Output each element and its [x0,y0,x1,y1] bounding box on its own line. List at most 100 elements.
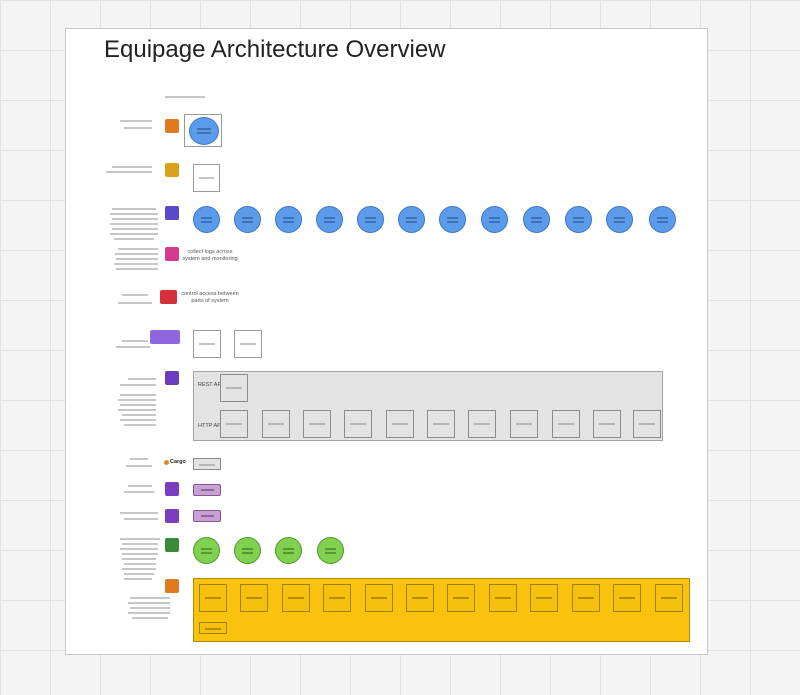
row-label-line [118,302,152,304]
table-node[interactable] [317,537,344,564]
dead-letter-queue-node[interactable] [199,622,227,634]
row-label-line [124,491,154,493]
ecs-cluster-icon [165,206,179,220]
service-node[interactable] [523,206,550,233]
http-endpoint[interactable] [427,410,455,438]
service-node[interactable] [649,206,676,233]
cargo-logo-text: Cargo [170,459,186,465]
access-annotation: control access between parts of system [181,291,239,304]
row-label-line [118,409,156,411]
api-gateway-icon [165,371,179,385]
row-label-line [124,127,152,129]
row-label-line [122,553,158,555]
row-label-line [112,208,156,210]
queue-node[interactable] [323,584,351,612]
http-endpoint[interactable] [386,410,414,438]
http-endpoint[interactable] [303,410,331,438]
queue-node[interactable] [530,584,558,612]
queue-node[interactable] [613,584,641,612]
sqs-icon [165,579,179,593]
cloudwatch-icon [165,247,179,261]
s3-bucket-icon [165,163,179,177]
row-label-line [120,404,156,406]
http-endpoint[interactable] [552,410,580,438]
http-endpoint[interactable] [262,410,290,438]
event-rule-node[interactable] [193,510,221,522]
service-node[interactable] [193,206,220,233]
row-label-line [128,602,170,604]
rest-api-label: REST API [198,382,223,388]
service-node[interactable] [398,206,425,233]
service-node[interactable] [316,206,343,233]
table-node[interactable] [193,537,220,564]
queue-node[interactable] [240,584,268,612]
http-endpoint[interactable] [220,410,248,438]
table-node[interactable] [275,537,302,564]
queue-node[interactable] [489,584,517,612]
table-node[interactable] [234,537,261,564]
row-label-line [120,394,156,396]
service-node[interactable] [357,206,384,233]
row-label-line [120,512,158,514]
row-label-line [120,538,160,540]
row-label-line [124,573,154,575]
row-label-line [122,414,156,416]
row-label-line [112,218,158,220]
row-label-line [122,558,156,560]
service-node[interactable] [565,206,592,233]
http-endpoint[interactable] [593,410,621,438]
s3-bucket-node[interactable] [193,164,220,192]
row-label-line [130,458,148,460]
row-label-line [112,228,158,230]
queue-node[interactable] [572,584,600,612]
row-label-line [106,171,152,173]
http-endpoint[interactable] [344,410,372,438]
row-label-line [114,238,154,240]
service-node[interactable] [275,206,302,233]
dynamodb-icon [165,538,179,552]
http-endpoint[interactable] [510,410,538,438]
row-label-line [122,568,156,570]
iam-icon [160,290,177,304]
row-label-line [116,258,158,260]
service-node[interactable] [234,206,261,233]
row-label-line [124,563,156,565]
http-endpoint[interactable] [468,410,496,438]
row-label-line [118,399,156,401]
http-api-label: HTTP API [198,423,223,429]
cargo-logo-icon [164,460,169,465]
row-label-line [128,612,170,614]
row-label-line [122,340,148,342]
queue-node[interactable] [406,584,434,612]
row-label-line [115,253,158,255]
logs-annotation: collect logs across system and monitorin… [182,249,238,262]
queue-node[interactable] [282,584,310,612]
cargo-node[interactable] [193,458,221,470]
row-label-line [122,543,158,545]
service-node[interactable] [481,206,508,233]
row-label-line [130,607,170,609]
user-pool-node[interactable] [234,330,262,358]
queue-node[interactable] [199,584,227,612]
row-label-line [116,346,150,348]
queue-node[interactable] [365,584,393,612]
row-label-line [124,424,156,426]
row-label-line [126,465,152,467]
http-endpoint[interactable] [633,410,661,438]
row-label-line [120,120,152,122]
rest-endpoint[interactable] [220,374,248,402]
lambda-function-node[interactable] [189,117,219,145]
eventbridge-icon [165,482,179,496]
column-header-placeholder [165,96,205,98]
row-label-line [116,268,158,270]
queue-node[interactable] [447,584,475,612]
event-rule-node[interactable] [193,484,221,496]
user-pool-node[interactable] [193,330,221,358]
queue-node[interactable] [655,584,683,612]
row-label-line [124,518,158,520]
row-label-line [128,485,152,487]
service-node[interactable] [439,206,466,233]
cognito-icon [150,330,180,344]
row-label-line [130,597,170,599]
service-node[interactable] [606,206,633,233]
